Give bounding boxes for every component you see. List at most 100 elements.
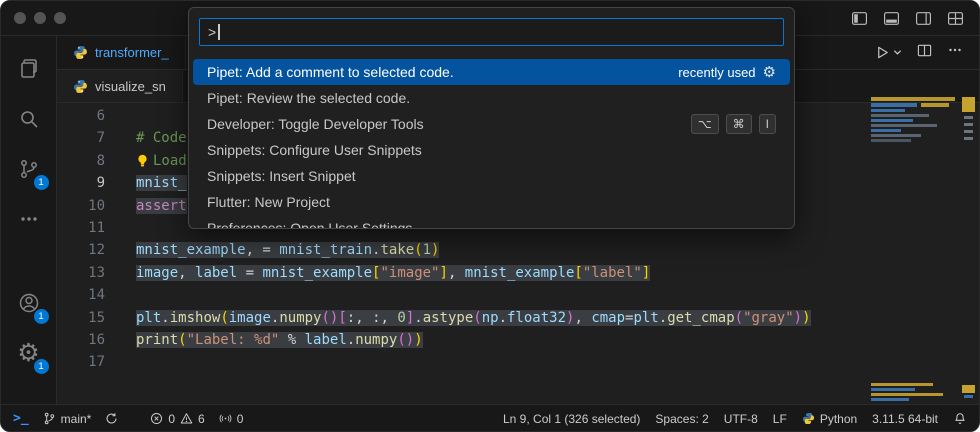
keybinding-chip: ⌥ xyxy=(691,114,719,134)
palette-item[interactable]: Snippets: Configure User Snippets xyxy=(193,137,790,163)
line-number: 14 xyxy=(57,284,105,306)
palette-item[interactable]: Flutter: New Project xyxy=(193,189,790,215)
palette-item[interactable]: Snippets: Insert Snippet xyxy=(193,163,790,189)
text-caret xyxy=(218,24,220,40)
zoom-button[interactable] xyxy=(54,12,66,24)
palette-item-label: Snippets: Insert Snippet xyxy=(207,168,356,184)
python-file-icon xyxy=(73,45,88,60)
configure-keybinding-gear-icon[interactable]: ⚙ xyxy=(763,65,776,80)
language-mode[interactable]: Python xyxy=(802,412,857,426)
line-number: 16 xyxy=(57,329,105,351)
more-actions-icon[interactable] xyxy=(947,42,963,63)
activity-bar: 1 1 ⚙ 1 xyxy=(1,36,57,404)
palette-item[interactable]: Developer: Toggle Developer Tools ⌥ ⌘ I xyxy=(193,111,790,137)
recently-used-badge: recently used xyxy=(678,65,755,80)
traffic-lights xyxy=(1,12,66,24)
accounts-icon[interactable]: 1 xyxy=(5,278,53,328)
warning-count: 6 xyxy=(198,412,205,426)
palette-item-label: Pipet: Add a comment to selected code. xyxy=(207,64,454,80)
tab-visualize[interactable]: visualize_sn xyxy=(57,70,183,102)
lightbulb-icon[interactable] xyxy=(136,152,149,174)
line-number: 9 xyxy=(57,172,105,194)
language-label: Python xyxy=(820,412,857,426)
error-count: 0 xyxy=(168,412,175,426)
sync-icon xyxy=(105,412,118,425)
notifications-bell-icon[interactable] xyxy=(953,412,967,426)
toggle-panel-icon[interactable] xyxy=(881,8,901,28)
customize-layout-icon[interactable] xyxy=(945,8,965,28)
cursor-position[interactable]: Ln 9, Col 1 (326 selected) xyxy=(503,412,640,426)
eol-sequence[interactable]: LF xyxy=(773,412,787,426)
ports-count: 0 xyxy=(237,412,244,426)
encoding[interactable]: UTF-8 xyxy=(724,412,758,426)
status-branch[interactable]: main* xyxy=(43,412,92,426)
more-views-icon[interactable] xyxy=(5,194,53,244)
settings-badge: 1 xyxy=(34,359,49,374)
code-text: Load xyxy=(153,153,187,169)
keybinding-chip: I xyxy=(759,114,776,134)
status-bar: >_ main* 0 6 xyxy=(1,404,979,432)
remote-indicator[interactable]: >_ xyxy=(13,411,29,426)
line-number: 17 xyxy=(57,351,105,373)
code-line[interactable]: 14 xyxy=(57,284,979,306)
palette-item[interactable]: Pipet: Add a comment to selected code. re… xyxy=(193,59,790,85)
palette-item[interactable]: Pipet: Review the selected code. xyxy=(193,85,790,111)
chevron-down-icon xyxy=(893,48,902,57)
toggle-primary-sidebar-icon[interactable] xyxy=(849,8,869,28)
line-number: 6 xyxy=(57,105,105,127)
code-line[interactable]: 16 print("Label: %d" % label.numpy()) xyxy=(57,329,979,351)
forwarded-ports[interactable]: 0 xyxy=(219,412,244,426)
indentation[interactable]: Spaces: 2 xyxy=(655,412,708,426)
code-text: print("Label: %d" % label.numpy()) xyxy=(136,332,423,348)
palette-item-label: Snippets: Configure User Snippets xyxy=(207,142,422,158)
explorer-view-icon[interactable] xyxy=(5,44,53,94)
keybinding-chip: ⌘ xyxy=(726,114,752,134)
tab-transformer[interactable]: transformer_ xyxy=(57,36,186,69)
error-icon xyxy=(150,412,163,425)
accounts-badge: 1 xyxy=(34,309,49,324)
run-button[interactable] xyxy=(875,45,902,60)
editor-actions xyxy=(875,36,979,69)
palette-item-label: Flutter: New Project xyxy=(207,194,330,210)
line-number: 13 xyxy=(57,262,105,284)
line-number: 12 xyxy=(57,239,105,261)
line-number: 7 xyxy=(57,127,105,149)
code-line[interactable]: 15 plt.imshow(image.numpy()[:, :, 0].asty… xyxy=(57,307,979,329)
tab-label: visualize_sn xyxy=(95,79,166,94)
source-control-view-icon[interactable]: 1 xyxy=(5,144,53,194)
split-editor-icon[interactable] xyxy=(917,43,932,63)
sync-button[interactable] xyxy=(105,412,118,425)
toggle-secondary-sidebar-icon[interactable] xyxy=(913,8,933,28)
palette-item[interactable]: Preferences: Open User Settings xyxy=(193,215,790,229)
line-number: 11 xyxy=(57,217,105,239)
palette-item-label: Pipet: Review the selected code. xyxy=(207,90,410,106)
settings-gear-icon[interactable]: ⚙ 1 xyxy=(5,328,53,378)
code-text: image, label = mnist_example["image"], m… xyxy=(136,265,650,281)
branch-label: main* xyxy=(61,412,92,426)
line-number: 10 xyxy=(57,195,105,217)
radio-tower-icon xyxy=(219,412,232,425)
python-file-icon xyxy=(73,79,88,94)
command-palette-input[interactable]: > xyxy=(199,18,784,46)
line-number: 8 xyxy=(57,150,105,172)
status-right: Ln 9, Col 1 (326 selected) Spaces: 2 UTF… xyxy=(503,412,967,426)
code-line[interactable]: 17 xyxy=(57,351,979,373)
python-interpreter[interactable]: 3.11.5 64-bit xyxy=(872,412,938,426)
scm-badge: 1 xyxy=(34,175,49,190)
palette-item-label: Preferences: Open User Settings xyxy=(207,220,412,229)
code-text: plt.imshow(image.numpy()[:, :, 0].astype… xyxy=(136,310,811,326)
palette-input-value: > xyxy=(208,24,216,40)
tab-label: transformer_ xyxy=(95,45,169,60)
code-line[interactable]: 12mnist_example, = mnist_train.take(1) xyxy=(57,239,979,261)
minimize-button[interactable] xyxy=(34,12,46,24)
code-line[interactable]: 13 image, label = mnist_example["image"],… xyxy=(57,262,979,284)
close-button[interactable] xyxy=(14,12,26,24)
problems-panel[interactable]: 0 6 xyxy=(150,412,204,426)
vscode-window: 1 1 ⚙ 1 xyxy=(0,0,980,432)
line-number: 15 xyxy=(57,307,105,329)
code-text: # Code xyxy=(136,130,187,146)
layout-controls xyxy=(849,8,979,28)
warning-icon xyxy=(180,412,193,425)
palette-item-label: Developer: Toggle Developer Tools xyxy=(207,116,424,132)
search-view-icon[interactable] xyxy=(5,94,53,144)
